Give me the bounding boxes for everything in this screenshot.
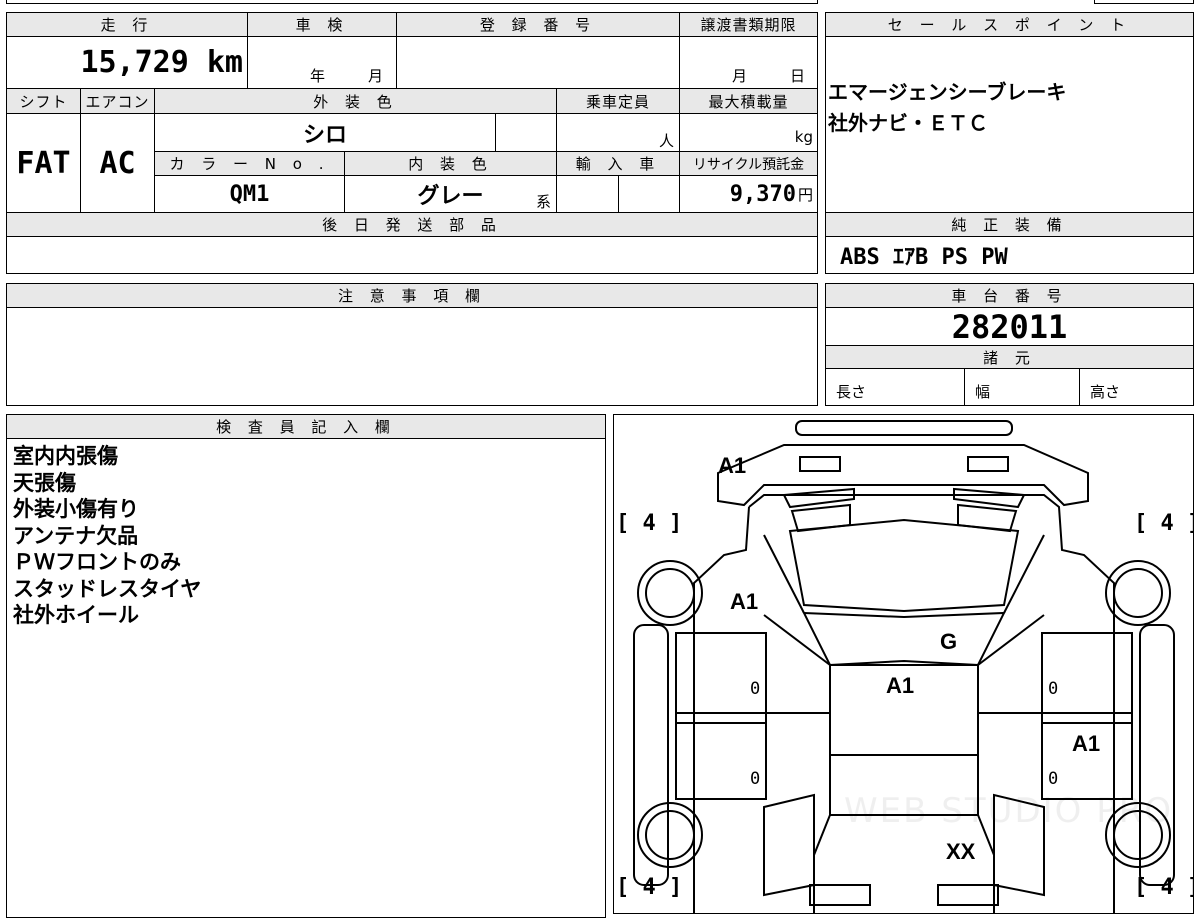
top-edge-fragment-right xyxy=(1094,0,1194,4)
color-no-value: QM1 xyxy=(154,175,345,213)
damage-mark-roof: A1 xyxy=(886,673,915,698)
interior-color-suffix: 系 xyxy=(535,193,551,211)
specs-label: 諸 元 xyxy=(825,345,1194,369)
exterior-color-label: 外 装 色 xyxy=(154,88,557,114)
genuine-equipment-text: ABS ｴｱB PS PW xyxy=(840,245,1008,270)
notes-label: 注 意 事 項 欄 xyxy=(6,283,818,308)
transfer-month-unit: 月 xyxy=(732,67,748,85)
shift-value: FAT xyxy=(6,113,81,213)
door-zero-right-front: 0 xyxy=(1048,679,1059,699)
inspection-year-unit: 年 xyxy=(310,67,326,85)
inspector-line-2: 天張傷 xyxy=(13,470,76,495)
inspector-line-3: 外装小傷有り xyxy=(13,497,139,521)
color-no-text: QM1 xyxy=(229,181,270,207)
ac-text: AC xyxy=(99,145,136,181)
door-zero-left-rear: 0 xyxy=(750,769,761,789)
genuine-equipment-label: 純 正 装 備 xyxy=(825,212,1194,237)
registration-value xyxy=(396,36,680,89)
genuine-equipment-value: ABS ｴｱB PS PW xyxy=(825,236,1194,274)
inspection-value: 年 月 xyxy=(247,36,397,89)
sales-point-label: セ ー ル ス ポ イ ン ト xyxy=(825,12,1194,37)
interior-color-label: 内 装 色 xyxy=(344,151,557,176)
later-parts-value xyxy=(6,236,818,274)
damage-mark-right-door: A1 xyxy=(1072,731,1101,756)
recycle-amount: 9,370 xyxy=(729,181,796,207)
chassis-label: 車 台 番 号 xyxy=(825,283,1194,308)
height-cell: 高さ xyxy=(1079,368,1194,406)
damage-mark-left-front: A1 xyxy=(730,589,759,614)
watermark: WEB STUDIO PRO xyxy=(844,791,1174,831)
notes-box xyxy=(6,307,818,406)
recycle-label: リサイクル預託金 xyxy=(679,151,818,176)
import-value-a xyxy=(556,175,619,213)
registration-label: 登 録 番 号 xyxy=(396,12,680,37)
inspector-line-6: スタッドレスタイヤ xyxy=(13,576,202,601)
shift-text: FAT xyxy=(16,145,71,181)
width-label: 幅 xyxy=(975,383,991,401)
length-label: 長さ xyxy=(836,383,867,401)
interior-color-value: グレー 系 xyxy=(344,175,557,213)
mileage-text: 15,729 km xyxy=(80,45,243,80)
length-cell: 長さ xyxy=(825,368,965,406)
recycle-value: 9,370 円 xyxy=(679,175,818,213)
damage-mark-windshield: G xyxy=(940,629,958,654)
inspector-box: 室内内張傷 天張傷 外装小傷有り アンテナ欠品 ＰＷフロントのみ スタッドレスタ… xyxy=(6,438,606,918)
tire-mark-front-right: [ 4 ] xyxy=(1134,511,1194,536)
capacity-unit: 人 xyxy=(658,132,674,150)
sales-point-line-1: エマージェンシーブレーキ xyxy=(828,80,1067,104)
interior-color-text: グレー xyxy=(417,184,484,209)
import-value-b xyxy=(618,175,680,213)
exterior-color-text: シロ xyxy=(302,122,347,148)
sales-point-line-2: 社外ナビ・ＥＴＣ xyxy=(828,111,988,135)
tire-mark-front-left: [ 4 ] xyxy=(616,511,683,536)
width-cell: 幅 xyxy=(964,368,1080,406)
transfer-deadline-label: 譲渡書類期限 xyxy=(679,12,818,37)
tire-mark-rear-right: [ 4 ] xyxy=(1134,875,1194,900)
shift-label: シフト xyxy=(6,88,81,114)
sales-point-box: エマージェンシーブレーキ 社外ナビ・ＥＴＣ xyxy=(825,36,1194,213)
chassis-number: 282011 xyxy=(951,307,1068,346)
inspector-line-1: 室内内張傷 xyxy=(13,444,118,468)
mileage-value: 15,729 km xyxy=(6,36,248,89)
max-load-unit: kg xyxy=(794,128,813,146)
tire-mark-rear-left: [ 4 ] xyxy=(616,875,683,900)
car-outline xyxy=(633,420,1175,913)
exterior-color-value: シロ xyxy=(154,113,496,152)
damage-mark-rear: XX xyxy=(946,839,976,864)
height-label: 高さ xyxy=(1090,383,1121,401)
transfer-day-unit: 日 xyxy=(790,67,806,85)
inspector-line-4: アンテナ欠品 xyxy=(13,523,139,548)
later-parts-label: 後 日 発 送 部 品 xyxy=(6,212,818,237)
transfer-deadline-value: 月 日 xyxy=(679,36,818,89)
inspection-month-unit: 月 xyxy=(368,67,384,85)
top-edge-fragment xyxy=(6,0,818,4)
recycle-unit: 円 xyxy=(797,185,813,204)
ac-value: AC xyxy=(80,113,155,213)
inspection-label: 車 検 xyxy=(247,12,397,37)
exterior-color-extra xyxy=(495,113,557,152)
inspector-line-7: 社外ホイール xyxy=(13,603,139,627)
door-zero-right-rear: 0 xyxy=(1048,769,1059,789)
door-zero-left-front: 0 xyxy=(750,679,761,699)
capacity-value: 人 xyxy=(556,113,680,152)
mileage-label: 走 行 xyxy=(6,12,248,37)
inspector-label: 検 査 員 記 入 欄 xyxy=(6,414,606,439)
inspector-line-5: ＰＷフロントのみ xyxy=(13,550,181,574)
color-no-label: カ ラ ー N o . xyxy=(154,151,345,176)
max-load-label: 最大積載量 xyxy=(679,88,818,114)
damage-mark-bumper: A1 xyxy=(718,453,747,478)
ac-label: エアコン xyxy=(80,88,155,114)
capacity-label: 乗車定員 xyxy=(556,88,680,114)
max-load-value: kg xyxy=(679,113,818,152)
import-label: 輸 入 車 xyxy=(556,151,680,176)
chassis-value: 282011 xyxy=(825,307,1194,346)
car-diagram: [ 4 ] [ 4 ] [ 4 ] [ 4 ] A1 A1 G A1 A1 XX… xyxy=(613,414,1194,914)
